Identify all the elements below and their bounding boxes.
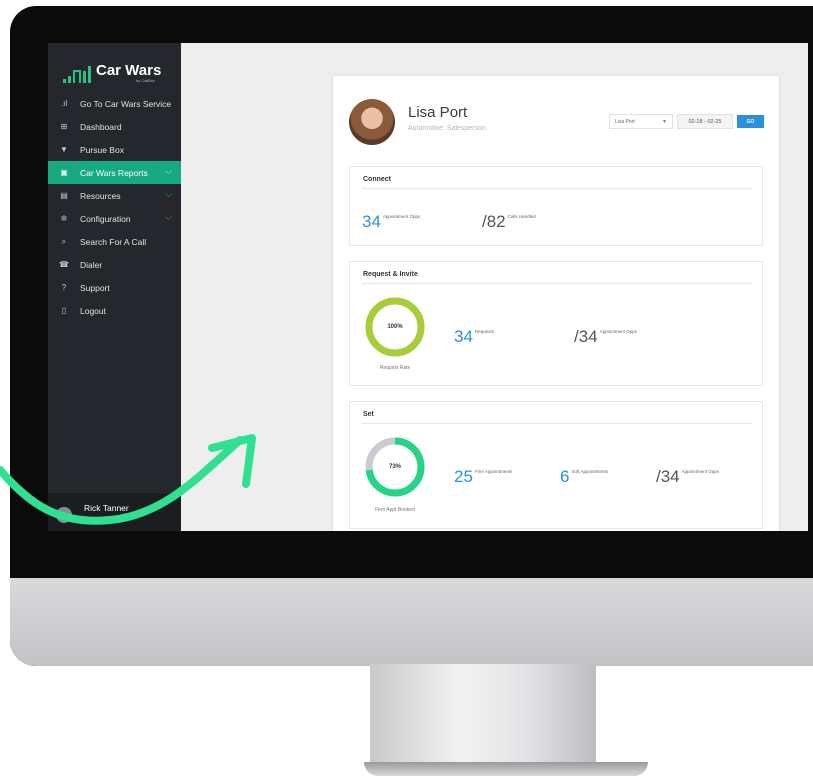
swoosh-arrow-icon — [0, 434, 256, 525]
